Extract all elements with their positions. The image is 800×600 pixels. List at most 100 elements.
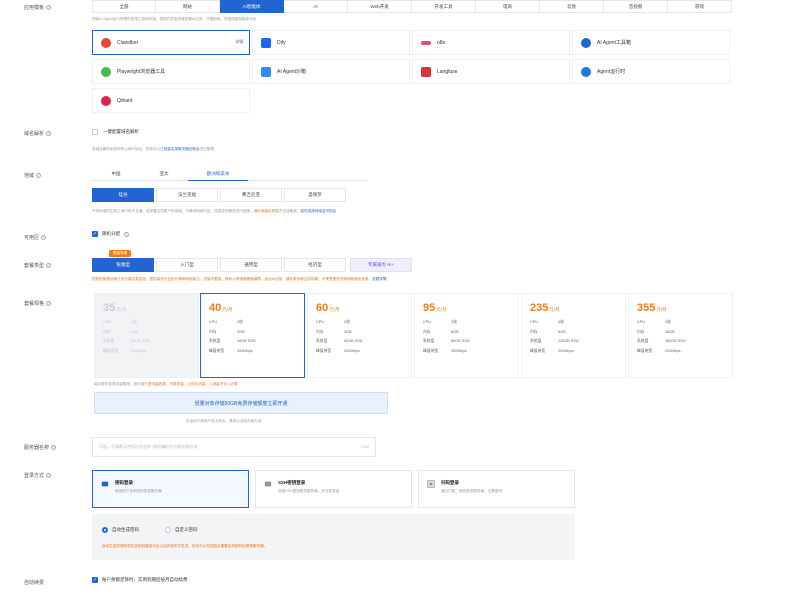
zone-sao-paulo[interactable]: 圣保罗	[284, 188, 346, 202]
help-icon[interactable]: ?	[51, 445, 57, 450]
auto-renew-row: ✓ 账户余额足够时，实例到期后按月自动续费	[92, 577, 188, 583]
tab-china[interactable]: 中国	[92, 168, 140, 181]
help-icon[interactable]: ?	[46, 263, 52, 268]
limited-offer-badge: 限量特惠	[109, 250, 132, 257]
tab-cloud-drive[interactable]: 云盘	[540, 0, 604, 13]
app-name: AI Agent沙箱	[277, 69, 306, 75]
banner-hint: 仅适用于新用户首次购买，具体以活动页面为准	[186, 419, 262, 423]
plan-price: 40元/月	[209, 302, 233, 314]
plan-card-60[interactable]: 60元/月 CPU 2核 内存 4GB 系统盘 60GB SSD 峰值带宽 200Mbp…	[307, 293, 412, 378]
app-name: Playwright浏览器工具	[117, 69, 166, 75]
app-card-agent-runtime[interactable]: Agent运行时	[572, 59, 730, 84]
tab-all[interactable]: 全部	[92, 0, 156, 13]
traffic-note: 每月提供免费流量额度，超出部分按流量收费，不限流量，公网出流量，入流量不计入计费	[94, 382, 238, 386]
custom-password-radio[interactable]	[165, 527, 171, 533]
tab-dev-tools[interactable]: 开发工具	[412, 0, 476, 13]
package-economy[interactable]: 经济型	[284, 258, 346, 272]
help-icon[interactable]: ?	[46, 301, 52, 306]
random-assign-row: ✓ 随机分配 ?	[92, 231, 129, 237]
app-card-playwright[interactable]: Playwright浏览器工具	[92, 59, 250, 84]
login-method-password[interactable]: 密码登录 使用用户名和密码登录服务器	[92, 470, 249, 508]
plan-card-40[interactable]: 40元/月 CPU 2核 内存 2GB 系统盘 40GB SSD 峰值带宽 200Mbp…	[200, 293, 305, 378]
plan-card-235[interactable]: 235元/月 CPU 4核 内存 8GB 系统盘 120GB SSD 峰值带宽 200M…	[521, 293, 626, 378]
help-icon[interactable]: ?	[41, 235, 47, 240]
app-detail-link[interactable]: 详情	[235, 40, 243, 45]
plan-card-355[interactable]: 355元/月 CPU 4核 内存 16GB 系统盘 180GB SSD 峰值带宽 200…	[628, 293, 733, 378]
app-name: Langfuse	[437, 68, 458, 75]
help-icon[interactable]: ?	[46, 473, 52, 478]
auto-renew-checkbox[interactable]: ✓	[92, 577, 98, 583]
tab-website[interactable]: 网站	[156, 0, 220, 13]
password-options-panel: 自动生成密码 自定义密码 自动生成的密码将在实例创建成功后以站内信形式发送，您也…	[92, 514, 575, 560]
package-ruichi[interactable]: 锐驰型	[92, 258, 154, 272]
region-label: 地域?	[24, 173, 42, 179]
tab-ecommerce[interactable]: 电商	[476, 0, 540, 13]
plan-card-35: 35元/月 CPU 1核 内存 1GB 系统盘 20GB SSD 峰值带宽 200Mbp…	[94, 293, 199, 378]
domain-checkbox[interactable]	[92, 129, 98, 135]
app-card-dify[interactable]: Dify	[252, 30, 410, 55]
zone-frankfurt[interactable]: 法兰克福	[156, 188, 218, 202]
password-warning: 自动生成的密码将在实例创建成功后以站内信形式发送，您也可以在控制台重置实例密码后…	[102, 544, 268, 548]
help-icon[interactable]: ?	[36, 173, 42, 178]
tab-asia-pacific[interactable]: 亚太	[140, 168, 188, 181]
app-name: AI Agent工具箱	[597, 40, 631, 46]
dify-icon	[261, 37, 271, 48]
sandbox-icon	[261, 66, 271, 77]
domain-checkbox-row: 一键配置域名解析	[92, 129, 139, 135]
zone-silicon-valley[interactable]: 硅谷	[92, 188, 154, 202]
console-link[interactable]: 轻量应用服务器控制台	[164, 147, 200, 151]
tab-web-dev[interactable]: Web开发	[348, 0, 412, 13]
ssh-key-icon	[264, 481, 272, 487]
app-card-langfuse[interactable]: Langfuse	[412, 59, 570, 84]
region-help-link[interactable]: 如何选择地域及可用区	[300, 209, 336, 213]
login-method-ssh[interactable]: SSH密钥登录 使用SSH密钥登录服务器，安全性更高	[255, 470, 412, 508]
plan-price: 235元/月	[530, 302, 560, 314]
region-tabs: 中国 亚太 欧洲和美洲	[92, 168, 368, 181]
auto-renew-label: 自动续费	[24, 580, 45, 586]
package-type-hint: 锐驰型套餐适用于运行高负载应用，提供高性价比的计算和网络能力，流量不限量，具有公…	[92, 277, 387, 281]
app-name: n8n	[437, 39, 446, 46]
auto-password-label: 自动生成密码	[112, 527, 139, 532]
package-entry[interactable]: 入门型	[156, 258, 218, 272]
tab-ai[interactable]: AI	[284, 0, 348, 13]
help-icon[interactable]: ?	[124, 231, 129, 237]
object-storage-banner[interactable]: 轻量对象存储50GB免费存储额度立即开通	[94, 392, 388, 414]
tab-ai-agent[interactable]: AI智能体	[220, 0, 284, 13]
help-icon[interactable]: ?	[46, 5, 52, 10]
plan-price: 35元/月	[103, 302, 127, 314]
login-methods: 密码登录 使用用户名和密码登录服务器 SSH密钥登录 使用SSH密钥登录服务器，…	[92, 470, 575, 508]
package-exclusive[interactable]: 专属服务 Hi+	[350, 258, 412, 272]
tab-media[interactable]: 音视频	[604, 0, 668, 13]
server-name-placeholder: 可选，不填默认使用应用名称+随机编码作为服务器名称	[99, 444, 198, 449]
n8n-icon	[421, 40, 431, 45]
domain-label: 域名解析?	[24, 131, 52, 137]
auto-renew-checkbox-label: 账户余额足够时，实例到期后按月自动续费	[102, 577, 188, 582]
app-template-label: 应用模板?	[24, 5, 52, 11]
package-detail-link[interactable]: 查看详情	[372, 277, 386, 281]
plan-price: 60元/月	[316, 302, 340, 314]
app-card-n8n[interactable]: n8n	[412, 30, 570, 55]
app-name: Agent运行时	[597, 69, 626, 75]
tab-spacer	[248, 168, 368, 181]
custom-password-label: 自定义密码	[175, 527, 198, 532]
server-name-input[interactable]: 可选，不填默认使用应用名称+随机编码作为服务器名称 0/60	[92, 437, 376, 457]
zone-virginia[interactable]: 弗吉尼亚	[220, 188, 282, 202]
key-icon	[101, 481, 109, 487]
app-card-agent-toolbox[interactable]: AI Agent工具箱	[572, 30, 730, 55]
plan-card-95[interactable]: 95元/月 CPU 2核 内存 8GB 系统盘 80GB SSD 峰值带宽 200Mbp…	[414, 293, 519, 378]
availability-zone-label: 可用区?	[24, 235, 47, 241]
app-card-qdrant[interactable]: Qdrant	[92, 88, 250, 113]
random-assign-checkbox[interactable]: ✓	[92, 231, 98, 237]
agent-toolbox-icon	[581, 37, 591, 48]
tab-games[interactable]: 游戏	[668, 0, 732, 13]
package-general[interactable]: 通用型	[220, 258, 282, 272]
help-icon[interactable]: ?	[46, 131, 52, 136]
app-name: Dify	[277, 39, 286, 46]
app-card-agent-sandbox[interactable]: AI Agent沙箱	[252, 59, 410, 84]
app-template-hint: 预装AI Agent运行所需的常用工具和环境，帮助开发者快速部署AI应用，开箱即…	[92, 17, 257, 21]
tab-europe-america[interactable]: 欧洲和美洲	[188, 168, 248, 181]
app-name: Qdrant	[117, 97, 133, 104]
app-card-clawdbot[interactable]: Clawdbot 详情	[92, 30, 250, 55]
login-method-qrcode[interactable]: 扫码登录 通过扫描二维码登录服务器，无需密码	[418, 470, 575, 508]
auto-password-radio[interactable]	[102, 527, 108, 533]
